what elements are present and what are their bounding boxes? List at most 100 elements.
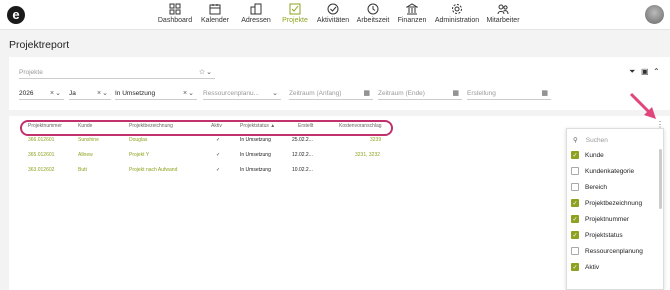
dashboard-icon — [169, 3, 181, 15]
column-option-label: Bereich — [585, 183, 608, 191]
star-chevron-icon[interactable]: ☆⌄ — [199, 68, 213, 76]
nav-finanzen-label: Finanzen — [397, 17, 427, 24]
calendar-icon — [209, 4, 221, 15]
nav-mitarbeiter[interactable]: Mitarbeiter — [483, 0, 523, 30]
nav-adressen[interactable]: Adressen — [235, 0, 277, 30]
search-icon: ⚲ — [573, 137, 578, 144]
app-logo[interactable]: e — [7, 6, 25, 24]
nav-finanzen[interactable]: Finanzen — [393, 0, 431, 30]
nav-projekte-label: Projekte — [282, 17, 308, 24]
checkbox-checked-icon[interactable]: ✓ — [571, 215, 579, 223]
column-search-placeholder: Suchen — [585, 136, 608, 144]
clear-chevron-icon[interactable]: ×⌄ — [183, 89, 195, 97]
user-avatar[interactable] — [645, 5, 664, 24]
nav-aktivitaeten[interactable]: Aktivitäten — [313, 0, 353, 30]
nav-arbeitszeit[interactable]: Arbeitszeit — [353, 0, 393, 30]
column-option-label: Kundenkategorie — [585, 167, 635, 175]
clear-chevron-icon[interactable]: ×⌄ — [50, 89, 62, 97]
checkbox-checked-icon[interactable]: ✓ — [571, 263, 579, 271]
cell-kostenvoranschlag[interactable]: 3231, 3232 — [355, 152, 380, 158]
checkbox-checked-icon[interactable]: ✓ — [571, 231, 579, 239]
nav-mitarbeiter-label: Mitarbeiter — [486, 17, 520, 24]
column-header-aktiv[interactable]: Aktiv — [211, 123, 222, 129]
column-header-projektnummer[interactable]: Projektnummer — [28, 123, 62, 129]
chevron-down-icon[interactable]: ⌄ — [272, 89, 279, 97]
checkbox-checked-icon[interactable]: ✓ — [571, 199, 579, 207]
column-option-projektbezeichnung[interactable]: ✓ Projektbezeichnung — [571, 197, 642, 209]
nav-administration[interactable]: Administration — [431, 0, 483, 30]
column-option-projektstatus[interactable]: ✓ Projektstatus — [571, 229, 623, 241]
column-option-ressourcenplanung[interactable]: Ressourcenplanung — [571, 245, 643, 257]
users-icon — [497, 4, 509, 15]
status-filter[interactable]: In Umsetzung ×⌄ — [115, 87, 197, 100]
calendar-icon[interactable]: ▦ — [363, 89, 371, 97]
nav-administration-label: Administration — [434, 17, 480, 24]
clear-chevron-icon[interactable]: ×⌄ — [97, 89, 109, 97]
collapse-icon[interactable]: ⌃ — [653, 67, 660, 76]
cell-kostenvoranschlag[interactable]: 3239 — [370, 137, 381, 143]
column-option-bereich[interactable]: Bereich — [571, 181, 607, 193]
column-header-erstellt[interactable]: Erstellt — [298, 123, 313, 129]
checkbox-checked-icon[interactable]: ✓ — [571, 151, 579, 159]
nav-projekte[interactable]: Projekte — [277, 0, 313, 30]
cell-kunde[interactable]: Sunshine — [78, 137, 99, 143]
column-option-kunde[interactable]: ✓ Kunde — [571, 149, 604, 161]
checkbox-unchecked-icon[interactable] — [571, 183, 579, 191]
column-option-label: Aktiv — [585, 263, 600, 271]
year-value: 2026 — [19, 89, 34, 97]
column-search-field[interactable]: ⚲ Suchen — [573, 136, 608, 145]
nav-dashboard[interactable]: Dashboard — [155, 0, 195, 30]
cell-projektbezeichnung[interactable]: Projekt Y — [129, 152, 149, 158]
nav-aktivitaeten-label: Aktivitäten — [316, 17, 350, 24]
erstellung-placeholder: Erstellung — [467, 89, 496, 97]
cell-kunde[interactable]: Allnew — [78, 152, 93, 158]
cell-projektnummer[interactable]: 363.012602 — [28, 167, 54, 173]
bank-icon — [406, 3, 418, 15]
zeitraum-ende-field[interactable]: Zeitraum (Ende) ▦ — [378, 87, 462, 100]
nav-adressen-label: Adressen — [241, 17, 271, 24]
column-option-projektnummer[interactable]: ✓ Projektnummer — [571, 213, 629, 225]
nav-kalender-label: Kalender — [200, 17, 230, 24]
cell-projektbezeichnung[interactable]: Projekt nach Aufwand — [129, 167, 177, 173]
nav-arbeitszeit-label: Arbeitszeit — [356, 17, 390, 24]
pointer-arrow-icon — [629, 92, 656, 119]
column-option-label: Ressourcenplanung — [585, 247, 643, 255]
filter-icon[interactable]: ⏷ — [629, 67, 635, 77]
checkbox-unchecked-icon[interactable] — [571, 247, 579, 255]
year-filter[interactable]: 2026 ×⌄ — [19, 87, 64, 100]
column-chooser-dropdown: ⚲ Suchen ✓ Kunde Kundenkategorie Bereich… — [566, 128, 664, 290]
activities-icon — [327, 3, 339, 15]
checkbox-unchecked-icon[interactable] — [571, 167, 579, 175]
cell-projektstatus: In Umsetzung — [240, 167, 271, 173]
zeitraum-anfang-field[interactable]: Zeitraum (Anfang) ▦ — [289, 87, 373, 100]
column-option-label: Projektnummer — [585, 215, 630, 223]
column-option-aktiv[interactable]: ✓ Aktiv — [571, 261, 599, 273]
gear-icon — [452, 4, 462, 14]
calendar-icon[interactable]: ▦ — [452, 89, 460, 97]
column-header-projektbezeichnung[interactable]: Projektbezeichnung — [129, 123, 173, 129]
page-title: Projektreport — [9, 39, 70, 51]
projekte-filter[interactable]: Projekte ☆⌄ — [19, 66, 215, 79]
cell-erstellt: 12.02.2... — [292, 152, 313, 158]
cell-aktiv-check: ✓ — [216, 152, 221, 158]
dropdown-scrollbar[interactable] — [659, 149, 662, 209]
cell-kunde[interactable]: Butt — [78, 167, 87, 173]
erstellung-field[interactable]: Erstellung ▦ — [467, 87, 551, 100]
nav-kalender[interactable]: Kalender — [195, 0, 235, 30]
column-header-projektstatus[interactable]: Projektstatus ▲ — [240, 123, 275, 129]
cell-projektbezeichnung[interactable]: Douglas — [129, 137, 147, 143]
column-header-kunde[interactable]: Kunde — [78, 123, 92, 129]
save-icon[interactable]: ▣ — [641, 67, 649, 76]
calendar-icon[interactable]: ▦ — [541, 89, 549, 97]
column-option-kundenkategorie[interactable]: Kundenkategorie — [571, 165, 634, 177]
projekte-placeholder: Projekte — [19, 68, 43, 76]
cell-projektnummer[interactable]: 365.012601 — [28, 152, 54, 158]
cell-erstellt: 25.02.2... — [292, 137, 313, 143]
zeitraum-anfang-placeholder: Zeitraum (Anfang) — [289, 89, 342, 97]
ressourcen-filter[interactable]: Ressourcenplanu... ⌄ — [203, 87, 281, 100]
cell-projektnummer[interactable]: 366.012601 — [28, 137, 54, 143]
ja-filter[interactable]: Ja ×⌄ — [69, 87, 111, 100]
nav-dashboard-label: Dashboard — [157, 17, 193, 24]
column-header-kostenvoranschlag[interactable]: Kostenvoranschlag — [339, 123, 382, 129]
column-option-label: Projektstatus — [585, 231, 623, 239]
